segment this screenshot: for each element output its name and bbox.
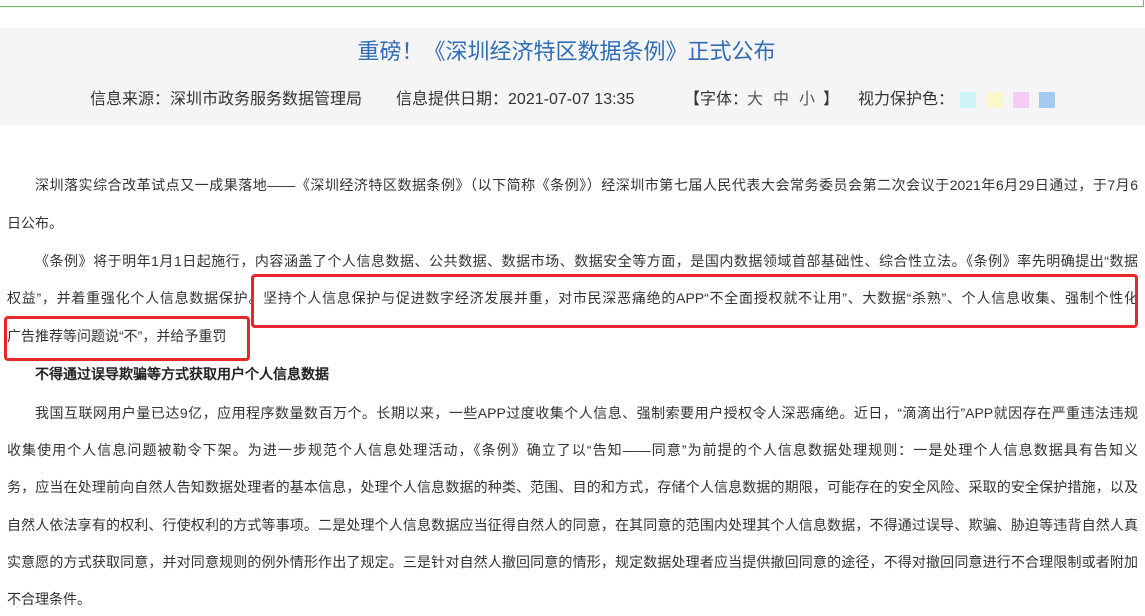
eye-color-swatch-yellow[interactable]: [987, 92, 1003, 108]
eye-color-swatch-cyan[interactable]: [960, 92, 976, 108]
font-size-medium-button[interactable]: 中: [773, 90, 789, 110]
paragraph-line: 我国互联网用户量已达9亿，应用程序数量数百万个。长期以来，一些APP过度收集个人…: [35, 404, 1138, 421]
paragraph-line: 实意愿的方式获取同意，并对同意规则的例外情形作出了规定。三是针对自然人撤回同意的…: [7, 554, 1138, 571]
top-border-line: [0, 0, 1144, 7]
red-annotation-box: [4, 316, 250, 361]
article-header: 重磅！《深圳经济特区数据条例》正式公布 信息来源：深圳市政务服务数据管理局 信息…: [0, 28, 1145, 125]
article-body: 深圳落实综合改革试点又一成果落地——《深圳经济特区数据条例》（以下简称《条例》）…: [7, 167, 1138, 616]
red-annotation-box: [251, 274, 1138, 328]
font-size-small-button[interactable]: 小: [799, 90, 815, 110]
eye-color-swatch-pink[interactable]: [1013, 92, 1029, 108]
paragraph-line: 不合理条件。: [7, 590, 91, 607]
paragraph-line: 收集使用个人信息问题被勒令下架。为进一步规范个人信息处理活动，《条例》确立了以“…: [7, 442, 1138, 459]
eye-protection-label: 视力保护色：: [858, 91, 955, 108]
paragraph-line: 自然人依法享有的权利、行使权利的方式等事项。二是处理个人信息数据应当征得自然人的…: [7, 516, 1138, 533]
source-label: 信息来源：: [90, 91, 171, 108]
font-size-bracket-close: 】: [823, 91, 840, 108]
font-size-large-button[interactable]: 大: [747, 90, 763, 110]
info-date: 信息提供日期：2021-07-07 13:35: [396, 90, 634, 110]
paragraph-line: 务，应当在处理前向自然人告知数据处理者的基本信息，处理个人信息数据的种类、范围、…: [7, 479, 1138, 496]
paragraph-line: 日公布。: [7, 214, 63, 231]
font-size-label: 【字体：: [684, 91, 749, 108]
article-page: 重磅！《深圳经济特区数据条例》正式公布 信息来源：深圳市政务服务数据管理局 信息…: [0, 0, 1145, 616]
subheading-block: 不得通过误导欺骗等方式获取用户个人信息数据: [7, 356, 1138, 393]
meta-bar: 信息来源：深圳市政务服务数据管理局 信息提供日期：2021-07-07 13:3…: [0, 90, 1145, 110]
eye-color-swatch-blue[interactable]: [1039, 92, 1055, 108]
info-source: 信息来源：深圳市政务服务数据管理局: [90, 90, 362, 110]
paragraph-3: 我国互联网用户量已达9亿，应用程序数量数百万个。长期以来，一些APP过度收集个人…: [7, 395, 1138, 616]
paragraph-line: 深圳落实综合改革试点又一成果落地——《深圳经济特区数据条例》（以下简称《条例》）…: [35, 177, 1138, 194]
section-subheading: 不得通过误导欺骗等方式获取用户个人信息数据: [35, 366, 329, 383]
article-title: 重磅！《深圳经济特区数据条例》正式公布: [357, 39, 776, 64]
plain-text: 权益”，并着重强化个人信息数据保护。: [7, 290, 264, 307]
date-value: 2021-07-07 13:35: [508, 91, 635, 108]
date-label: 信息提供日期：: [396, 91, 509, 108]
paragraph-1: 深圳落实综合改革试点又一成果落地——《深圳经济特区数据条例》（以下简称《条例》）…: [7, 167, 1138, 242]
source-value: 深圳市政务服务数据管理局: [170, 91, 363, 108]
